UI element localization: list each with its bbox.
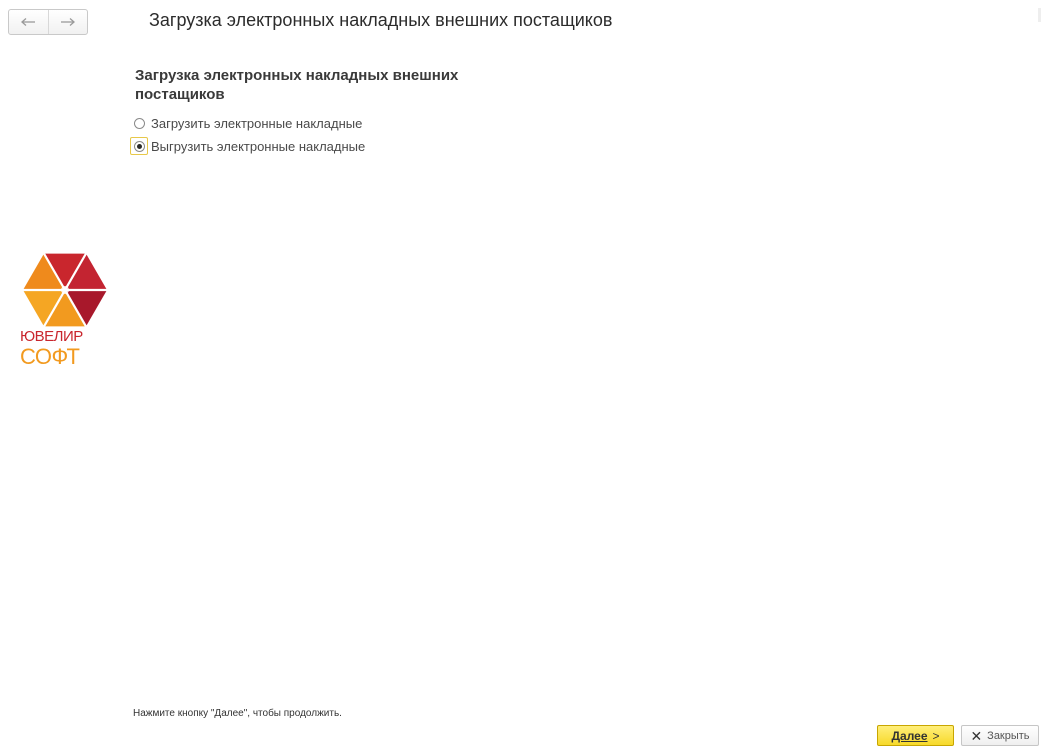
radio-option-load[interactable]: Загрузить электронные накладные: [130, 114, 362, 132]
forward-button[interactable]: [47, 10, 88, 34]
arrow-left-icon: [21, 18, 36, 26]
section-title: Загрузка электронных накладных внешних п…: [135, 67, 459, 103]
radio-circle: [133, 140, 145, 152]
close-button[interactable]: ✕ Закрыть: [961, 725, 1039, 746]
wizard-window: Загрузка электронных накладных внешних п…: [0, 0, 1045, 747]
radio-label-unload: Выгрузить электронные накладные: [151, 138, 366, 154]
radio-selected-dot: [136, 143, 142, 149]
window-title: Загрузка электронных накладных внешних п…: [149, 10, 613, 30]
logo-text-line2: СОФТ: [20, 344, 80, 366]
back-button[interactable]: [9, 10, 48, 34]
radio-option-unload[interactable]: Выгрузить электронные накладные: [130, 137, 365, 155]
navigation-buttons: [8, 9, 88, 35]
company-logo: ЮВЕЛИР СОФТ: [20, 253, 107, 366]
window-menu-handle: [1038, 8, 1041, 22]
arrow-right-icon: [60, 18, 75, 26]
next-button[interactable]: Далее >: [877, 725, 954, 746]
radio-button-unload[interactable]: [130, 137, 148, 155]
radio-button-load[interactable]: [130, 114, 148, 132]
hint-text: Нажмите кнопку "Далее", чтобы продолжить…: [133, 708, 342, 719]
next-button-arrow: >: [932, 728, 940, 743]
logo-text-line1: ЮВЕЛИР: [20, 328, 83, 345]
radio-label-load: Загрузить электронные накладные: [151, 115, 363, 131]
close-button-label: Закрыть: [987, 729, 1030, 742]
next-button-label: Далее: [891, 728, 928, 743]
radio-circle: [133, 117, 145, 129]
close-icon: ✕: [970, 727, 983, 744]
